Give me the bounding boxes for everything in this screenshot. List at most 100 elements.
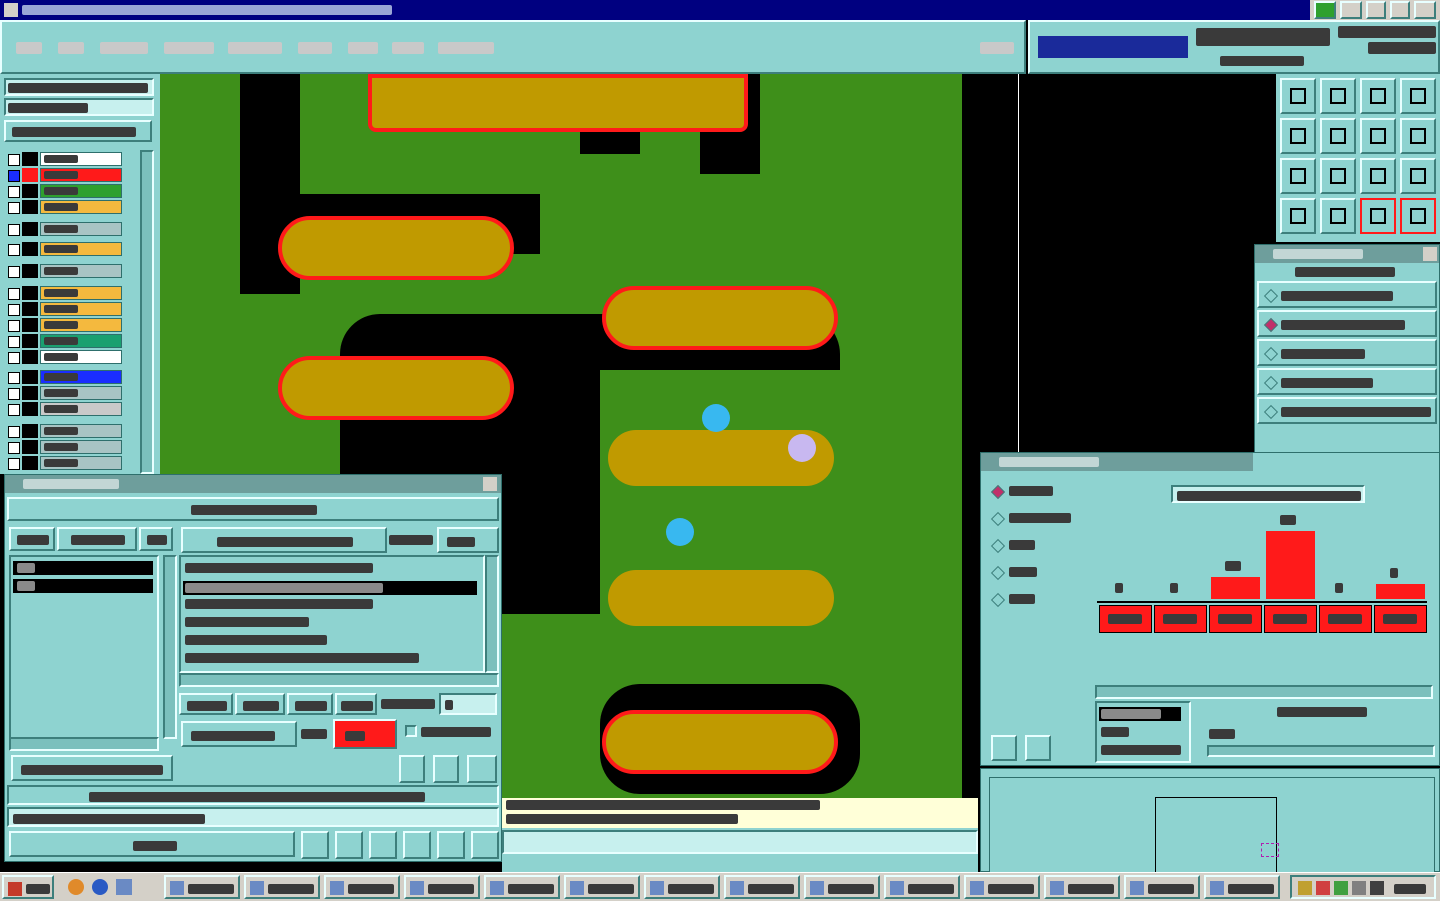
menu-options[interactable] — [164, 42, 214, 54]
layer-name[interactable] — [40, 456, 122, 470]
category-hscroll[interactable] — [179, 673, 499, 687]
tool-icon-btn[interactable] — [335, 831, 363, 859]
histogram-icon-btn[interactable] — [471, 831, 499, 859]
meas-select[interactable] — [437, 527, 499, 553]
category-item[interactable] — [185, 653, 419, 663]
layer-checkbox[interactable] — [8, 186, 20, 198]
taskbar-item[interactable] — [1044, 875, 1120, 899]
stat-option[interactable] — [987, 506, 1083, 530]
show-all-checkbox[interactable] — [405, 725, 417, 737]
menu-windows[interactable] — [438, 42, 494, 54]
layer-checkbox[interactable] — [8, 458, 20, 470]
none-button[interactable] — [9, 527, 55, 551]
taskbar-item[interactable] — [244, 875, 320, 899]
zoom-fit-icon[interactable] — [1280, 158, 1316, 194]
tools-icon[interactable] — [1280, 198, 1316, 234]
taskbar-item[interactable] — [1124, 875, 1200, 899]
layer-name[interactable] — [40, 242, 122, 256]
arrow-up-icon[interactable] — [1280, 78, 1316, 114]
layer-row[interactable] — [4, 200, 124, 214]
swap-icon[interactable] — [1360, 118, 1396, 154]
layer-checkbox[interactable] — [8, 244, 20, 256]
replace-layers-button[interactable] — [11, 755, 173, 781]
via-circle[interactable] — [788, 434, 816, 462]
layer-checkbox[interactable] — [8, 202, 20, 214]
category-item[interactable] — [185, 617, 309, 627]
del-button[interactable] — [399, 755, 425, 783]
menu-analysis[interactable] — [228, 42, 282, 54]
category-item[interactable] — [185, 599, 373, 609]
ref-button[interactable] — [1025, 735, 1051, 761]
layer-name[interactable] — [40, 386, 122, 400]
menu-rout[interactable] — [392, 42, 424, 54]
histogram-bar[interactable] — [1211, 577, 1260, 599]
measure-option[interactable] — [1257, 397, 1437, 424]
tray-icon[interactable] — [1352, 881, 1366, 895]
layer-name[interactable] — [40, 286, 122, 300]
menu-file[interactable] — [16, 42, 42, 54]
layer-name[interactable] — [40, 318, 122, 332]
result-layer-item[interactable] — [13, 561, 153, 575]
layers-button[interactable] — [57, 527, 137, 551]
layer-name[interactable] — [40, 302, 122, 316]
menu-dfm[interactable] — [298, 42, 332, 54]
smd-pad-highlight[interactable] — [602, 286, 838, 350]
measure-option[interactable] — [1257, 339, 1437, 366]
menu-help[interactable] — [980, 42, 1014, 54]
taskbar-item[interactable] — [324, 875, 400, 899]
ref-cross-btn[interactable] — [369, 831, 397, 859]
layer-name[interactable] — [40, 168, 122, 182]
layer-checkbox[interactable] — [8, 404, 20, 416]
taskbar-item[interactable] — [164, 875, 240, 899]
ruler-red2-icon[interactable] — [1400, 198, 1436, 234]
measure-option[interactable] — [1257, 368, 1437, 395]
minimize-icon[interactable] — [1366, 1, 1386, 19]
help-icon[interactable] — [1400, 158, 1436, 194]
category-item[interactable] — [183, 581, 477, 595]
layer-checkbox[interactable] — [8, 288, 20, 300]
close-x-icon[interactable] — [483, 477, 497, 491]
severity-select[interactable] — [333, 719, 397, 749]
layer-checkbox[interactable] — [8, 304, 20, 316]
ref-button[interactable] — [433, 755, 459, 783]
tray-s-icon[interactable] — [1314, 1, 1336, 19]
layer-row[interactable] — [4, 370, 124, 384]
count-icon-btn[interactable] — [403, 831, 431, 859]
taskbar-item[interactable] — [804, 875, 880, 899]
taskbar-item[interactable] — [884, 875, 960, 899]
stat-option[interactable] — [987, 479, 1083, 503]
arrow-down-icon[interactable] — [1320, 78, 1356, 114]
layer-results-list[interactable] — [9, 555, 159, 739]
layer-row[interactable] — [4, 184, 124, 198]
taskbar-item[interactable] — [404, 875, 480, 899]
last-button[interactable] — [335, 693, 377, 715]
layer-name[interactable] — [40, 184, 122, 198]
metric-clearance[interactable] — [1101, 745, 1181, 755]
layer-row[interactable] — [4, 152, 124, 166]
metric-list[interactable] — [1095, 701, 1191, 763]
quicklaunch-ie-icon[interactable] — [92, 879, 108, 895]
layer-name[interactable] — [40, 402, 122, 416]
all-layers-button[interactable] — [139, 527, 173, 551]
auto-zoom-select[interactable] — [181, 721, 297, 747]
quicklaunch-desktop-icon[interactable] — [116, 879, 132, 895]
job-matrix-button[interactable] — [4, 120, 152, 142]
layer-checkbox[interactable] — [8, 154, 20, 166]
command-line[interactable] — [502, 830, 978, 854]
maximize-icon[interactable] — [1390, 1, 1410, 19]
layer-checkbox[interactable] — [8, 170, 20, 182]
tray-icon[interactable] — [1316, 881, 1330, 895]
layer-row[interactable] — [4, 222, 124, 236]
layer-row[interactable] — [4, 456, 124, 470]
layer-name[interactable] — [40, 370, 122, 384]
smd-pad-highlight[interactable] — [278, 216, 514, 280]
close-x-icon[interactable] — [1423, 247, 1437, 261]
layer-checkbox[interactable] — [8, 352, 20, 364]
zoom-center-icon[interactable] — [1320, 158, 1356, 194]
layer-row[interactable] — [4, 386, 124, 400]
taskbar-item[interactable] — [724, 875, 800, 899]
measure-option[interactable] — [1257, 281, 1437, 308]
category-item[interactable] — [185, 563, 373, 573]
tray-icon[interactable] — [1334, 881, 1348, 895]
view-icon-btn[interactable] — [301, 831, 329, 859]
